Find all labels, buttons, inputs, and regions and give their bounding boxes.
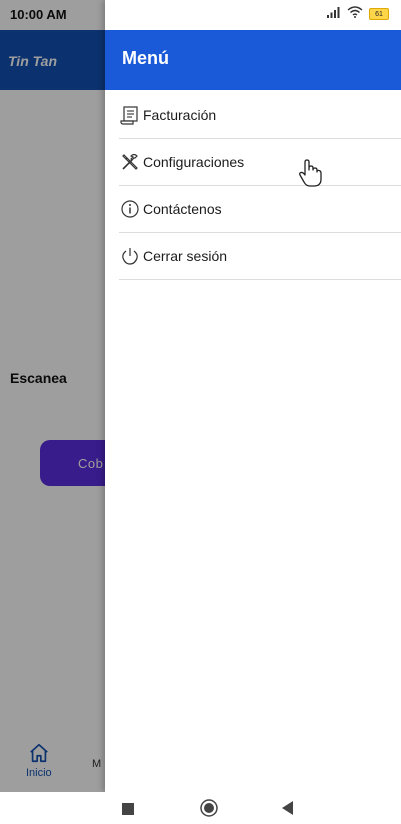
battery-icon: 61 [369,8,389,20]
wifi-icon [347,5,363,23]
tools-icon [119,151,141,173]
system-navigation-bar [0,792,401,824]
recent-apps-icon[interactable] [122,802,134,820]
power-icon [119,245,141,267]
menu-item-contactenos-label: Contáctenos [143,201,222,217]
home-button-icon[interactable] [200,799,218,822]
menu-item-facturacion[interactable]: Facturación [119,92,401,139]
back-icon[interactable] [282,801,294,820]
drawer-title: Menú [122,48,169,68]
hand-cursor-icon [298,158,322,193]
menu-item-configuraciones-label: Configuraciones [143,154,245,170]
signal-icon [327,5,341,23]
menu-item-contactenos[interactable]: Contáctenos [119,186,401,233]
menu-item-facturacion-label: Facturación [143,107,217,123]
status-icons: 61 [327,6,389,22]
drawer-status-area: 61 [105,0,401,30]
menu-item-cerrar-sesion[interactable]: Cerrar sesión [119,233,401,280]
invoice-icon [119,104,141,126]
drawer-menu: Facturación Configuraciones Contáctenos … [119,92,401,280]
info-icon [119,198,141,220]
navigation-drawer: 61 Menú Facturación Configuraciones Cont… [105,0,401,792]
menu-item-configuraciones[interactable]: Configuraciones [119,139,401,186]
menu-item-cerrar-sesion-label: Cerrar sesión [143,248,228,264]
drawer-header: Menú [105,30,401,90]
